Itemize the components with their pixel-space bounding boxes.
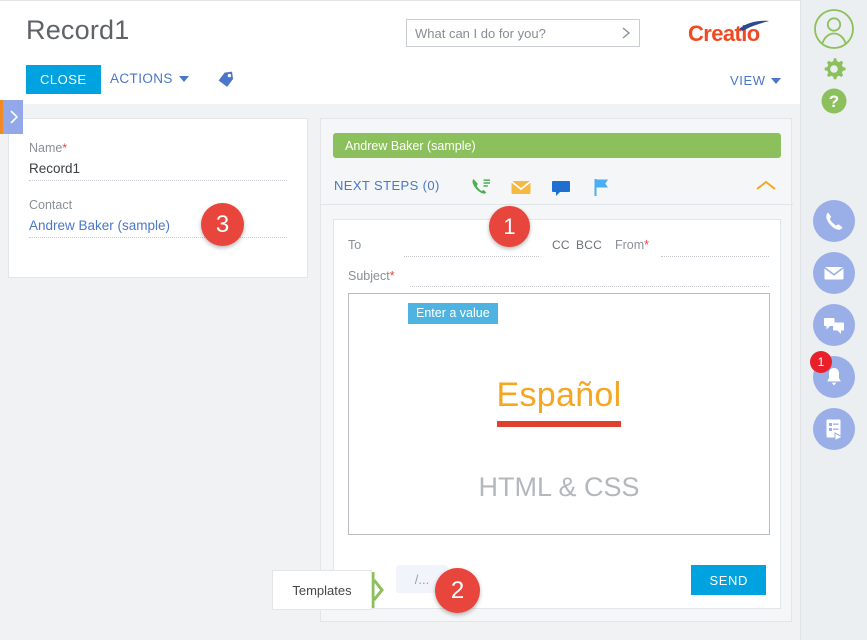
expand-panel-tab[interactable] bbox=[0, 100, 23, 134]
contact-banner: Andrew Baker (sample) bbox=[333, 133, 781, 158]
phone-icon[interactable] bbox=[813, 200, 855, 242]
actions-menu-button[interactable]: ACTIONS bbox=[110, 71, 189, 86]
enter-a-value-tooltip: Enter a value bbox=[408, 303, 498, 324]
app-root: Record1 Creatio CLOSE AC bbox=[0, 0, 867, 640]
search-input[interactable] bbox=[407, 25, 613, 41]
to-label: To bbox=[348, 238, 362, 252]
subject-label: Subject* bbox=[348, 269, 395, 283]
global-search[interactable] bbox=[406, 19, 640, 47]
required-asterisk: * bbox=[644, 238, 650, 252]
field-name-label-text: Name bbox=[29, 141, 63, 155]
template-subtitle: HTML & CSS bbox=[478, 472, 640, 502]
logo-swoosh-icon bbox=[738, 19, 772, 37]
from-label-text: From bbox=[615, 238, 645, 252]
search-submit-chevron-right-icon[interactable] bbox=[613, 20, 639, 46]
actions-label: ACTIONS bbox=[110, 71, 173, 86]
step-badge-2: 2 bbox=[435, 568, 480, 613]
main-page: Record1 Creatio CLOSE AC bbox=[0, 0, 800, 640]
next-steps-link[interactable]: NEXT STEPS (0) bbox=[334, 178, 440, 193]
contact-banner-text: Andrew Baker (sample) bbox=[345, 138, 476, 153]
template-title-underline bbox=[497, 421, 621, 427]
chat-icon[interactable] bbox=[813, 304, 855, 346]
chevron-up-icon[interactable] bbox=[755, 179, 777, 197]
send-button[interactable]: SEND bbox=[691, 565, 766, 595]
required-asterisk: * bbox=[389, 269, 395, 283]
creatio-logo: Creatio bbox=[688, 19, 774, 49]
email-body-editor[interactable]: Español HTML & CSS bbox=[348, 293, 770, 535]
svg-text:?: ? bbox=[829, 92, 839, 111]
comment-icon[interactable] bbox=[549, 175, 573, 204]
field-contact-value[interactable]: Andrew Baker (sample) bbox=[29, 218, 287, 238]
from-input[interactable] bbox=[661, 256, 769, 257]
field-contact-label: Contact bbox=[29, 198, 287, 212]
page-header: Record1 Creatio CLOSE AC bbox=[0, 0, 800, 104]
bcc-link[interactable]: BCC bbox=[576, 238, 602, 252]
chevron-down-icon bbox=[770, 77, 781, 84]
bell-notification-badge: 1 bbox=[810, 351, 832, 373]
envelope-icon[interactable] bbox=[813, 252, 855, 294]
email-compose-card: To CC BCC From* Subject* Español HTML & … bbox=[333, 219, 781, 609]
templates-tooltip: Templates bbox=[272, 570, 372, 610]
chevron-down-icon bbox=[178, 75, 189, 82]
to-input[interactable] bbox=[404, 256, 539, 257]
phone-call-icon[interactable] bbox=[469, 175, 493, 204]
tag-icon[interactable] bbox=[216, 69, 236, 94]
help-question-icon[interactable]: ? bbox=[820, 87, 848, 120]
page-body: Name* Record1 Contact Andrew Baker (samp… bbox=[0, 104, 800, 640]
field-name-value[interactable]: Record1 bbox=[29, 161, 287, 181]
field-contact-label-text: Contact bbox=[29, 198, 73, 212]
feed-icon[interactable] bbox=[813, 408, 855, 450]
close-button[interactable]: CLOSE bbox=[26, 65, 101, 94]
chevron-right-icon bbox=[9, 110, 18, 124]
communication-panel: Andrew Baker (sample) NEXT STEPS (0) To … bbox=[320, 118, 793, 622]
view-label: VIEW bbox=[730, 73, 766, 88]
right-sidebar: ? 1 bbox=[800, 0, 867, 640]
subject-input[interactable] bbox=[410, 286, 769, 287]
field-contact: Contact Andrew Baker (sample) bbox=[29, 198, 287, 238]
view-menu-button[interactable]: VIEW bbox=[730, 73, 781, 88]
page-title: Record1 bbox=[26, 15, 130, 45]
step-badge-3: 3 bbox=[201, 203, 244, 246]
subject-label-text: Subject bbox=[348, 269, 390, 283]
cc-link[interactable]: CC bbox=[552, 238, 570, 252]
record-details-card: Name* Record1 Contact Andrew Baker (samp… bbox=[8, 118, 308, 278]
gear-icon[interactable] bbox=[820, 55, 848, 88]
next-steps-bar: NEXT STEPS (0) bbox=[321, 171, 793, 205]
flag-icon[interactable] bbox=[589, 175, 613, 204]
templates-tooltip-arrow-icon bbox=[371, 570, 384, 610]
field-name: Name* Record1 bbox=[29, 141, 287, 181]
email-icon[interactable] bbox=[509, 175, 533, 204]
user-avatar-icon[interactable] bbox=[813, 8, 855, 55]
required-asterisk: * bbox=[62, 141, 68, 155]
from-label: From* bbox=[615, 238, 649, 252]
field-name-label: Name* bbox=[29, 141, 287, 155]
template-title: Español bbox=[496, 376, 622, 414]
step-badge-1: 1 bbox=[489, 206, 530, 247]
